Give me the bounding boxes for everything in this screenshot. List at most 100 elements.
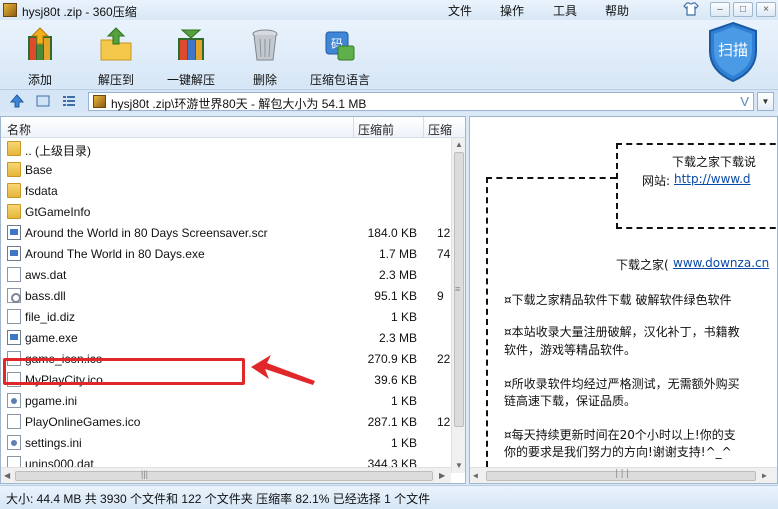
red-arrow-annotation: [251, 355, 315, 385]
outer-border-left: [486, 177, 488, 467]
bullet-line: 链高速下载，保证品质。: [504, 394, 637, 408]
folder-icon: [7, 183, 21, 198]
file-size: 184.0 KB: [367, 226, 417, 240]
file-row[interactable]: pgame.ini 1 KB: [1, 390, 451, 411]
delete-button[interactable]: 删除: [245, 26, 285, 88]
path-dropdown-button[interactable]: ▼: [757, 92, 774, 111]
file-size: 2.3 MB: [378, 268, 417, 282]
file-size: 95.1 KB: [374, 289, 417, 303]
folder-row[interactable]: fsdata: [1, 180, 451, 201]
menu-help[interactable]: 帮助: [605, 2, 629, 19]
bullet-line: ¤本站收录大量注册破解，汉化补丁，书籍教: [504, 325, 740, 339]
horizontal-scrollbar[interactable]: ◀ ||| ▶: [1, 467, 451, 483]
archive-language-button[interactable]: 码 压缩包语言: [306, 26, 374, 88]
maximize-button[interactable]: □: [733, 2, 753, 17]
column-size[interactable]: 压缩前: [358, 121, 394, 138]
scroll-left-icon[interactable]: ◀: [4, 471, 10, 480]
menu-tools[interactable]: 工具: [553, 2, 577, 19]
one-click-extract-icon: [178, 29, 204, 60]
file-name: aws.dat: [25, 268, 67, 282]
file-packed-size: 12: [437, 415, 451, 429]
menu-file[interactable]: 文件: [448, 2, 472, 19]
file-size: 39.6 KB: [374, 373, 417, 387]
one-click-extract-button[interactable]: 一键解压: [164, 26, 218, 88]
column-packed[interactable]: 压缩: [428, 121, 452, 138]
ini-file-icon: [7, 393, 21, 408]
add-books-icon: [28, 27, 52, 60]
file-name: settings.ini: [25, 436, 82, 450]
minimize-button[interactable]: –: [710, 2, 730, 17]
toolbar: 添加 解压到 一键解压 删除 码 压缩包语言 扫描: [0, 20, 778, 88]
banner-site-label: 网站:: [642, 174, 671, 188]
folder-icon: [7, 204, 21, 219]
zip-icon: [93, 95, 106, 108]
file-name: GtGameInfo: [25, 205, 91, 219]
file-rows: .. (上级目录) Base fsdata GtGameInfo Around the …: [1, 138, 451, 473]
scroll-grip-icon: |||: [614, 469, 631, 479]
file-size: 287.1 KB: [367, 415, 417, 429]
folder-row[interactable]: Base: [1, 159, 451, 180]
bullet-line: ¤下载之家精品软件下载 破解软件绿色软件: [504, 293, 732, 307]
file-row[interactable]: bass.dll 95.1 KB 9: [1, 285, 451, 306]
home-prefix: 下载之家(: [616, 258, 669, 272]
file-name: Around The World in 80 Days.exe: [25, 247, 205, 261]
file-size: 2.3 MB: [378, 331, 417, 345]
file-name: game.exe: [25, 331, 78, 345]
scroll-grip-icon: |||: [141, 469, 149, 479]
file-row[interactable]: Around the World in 80 Days Screensaver.…: [1, 222, 451, 243]
outer-border-top: [486, 177, 616, 179]
preview-pane: 下载之家下载说 网站: http://www.d 下载之家( www.downz…: [469, 116, 778, 484]
column-divider[interactable]: [353, 117, 354, 138]
file-icon: [7, 309, 21, 324]
add-button[interactable]: 添加: [20, 26, 60, 88]
folder-icon: [7, 141, 21, 156]
folder-row[interactable]: GtGameInfo: [1, 201, 451, 222]
file-row[interactable]: PlayOnlineGames.ico 287.1 KB 12: [1, 411, 451, 432]
up-arrow-icon[interactable]: [9, 93, 25, 109]
file-row[interactable]: file_id.diz 1 KB: [1, 306, 451, 327]
scroll-left-icon[interactable]: ◀: [473, 471, 478, 480]
delete-label: 删除: [252, 73, 277, 87]
add-label: 添加: [27, 73, 52, 87]
archive-language-icon: 码: [325, 31, 355, 61]
thumbnail-view-icon[interactable]: [35, 93, 51, 109]
file-name: bass.dll: [25, 289, 66, 303]
highlight-annotation: [3, 358, 245, 385]
column-header: 名称 压缩前 压缩: [1, 117, 465, 138]
exe-file-icon: [7, 246, 21, 261]
extract-to-button[interactable]: 解压到: [94, 26, 138, 88]
file-icon: [7, 267, 21, 282]
close-button[interactable]: ×: [756, 2, 776, 17]
folder-row[interactable]: .. (上级目录): [1, 138, 451, 159]
list-view-icon[interactable]: [61, 93, 77, 109]
skin-shirt-icon[interactable]: [683, 2, 699, 16]
file-packed-size: 74: [437, 247, 451, 261]
scroll-right-icon[interactable]: ▶: [439, 471, 445, 480]
menu-operate[interactable]: 操作: [500, 2, 524, 19]
column-divider[interactable]: [423, 117, 424, 138]
vertical-scrollbar[interactable]: ▲ ≡ ▼: [451, 138, 465, 473]
scrollbar-thumb[interactable]: [15, 471, 433, 481]
file-name: fsdata: [25, 184, 58, 198]
scroll-down-icon[interactable]: ▼: [455, 461, 463, 470]
file-row[interactable]: aws.dat 2.3 MB: [1, 264, 451, 285]
scan-label: 扫描: [718, 41, 748, 59]
exe-file-icon: [7, 225, 21, 240]
path-field[interactable]: hysj80t .zip\环游世界80天 - 解包大小为 54.1 MB V: [88, 92, 754, 111]
scroll-right-icon[interactable]: ▶: [762, 471, 767, 480]
home-link[interactable]: www.downza.cn: [673, 256, 769, 270]
bullet-line: ¤所收录软件均经过严格测试，无需额外购买: [504, 377, 740, 391]
scroll-up-icon[interactable]: ▲: [455, 140, 463, 149]
preview-horizontal-scrollbar[interactable]: ◀ ||| ▶: [470, 467, 777, 483]
column-name[interactable]: 名称: [7, 121, 31, 138]
file-name: .. (上级目录): [25, 144, 91, 158]
scan-shield-button[interactable]: 扫描: [706, 21, 760, 83]
file-row[interactable]: Around The World in 80 Days.exe 1.7 MB 74: [1, 243, 451, 264]
file-row[interactable]: game.exe 2.3 MB: [1, 327, 451, 348]
app-zip-icon: [3, 3, 17, 17]
folder-icon: [7, 162, 21, 177]
path-verify-icon[interactable]: V: [740, 94, 749, 109]
file-row[interactable]: settings.ini 1 KB: [1, 432, 451, 453]
file-size: 1.7 MB: [378, 247, 417, 261]
banner-site-link[interactable]: http://www.d: [674, 172, 751, 186]
